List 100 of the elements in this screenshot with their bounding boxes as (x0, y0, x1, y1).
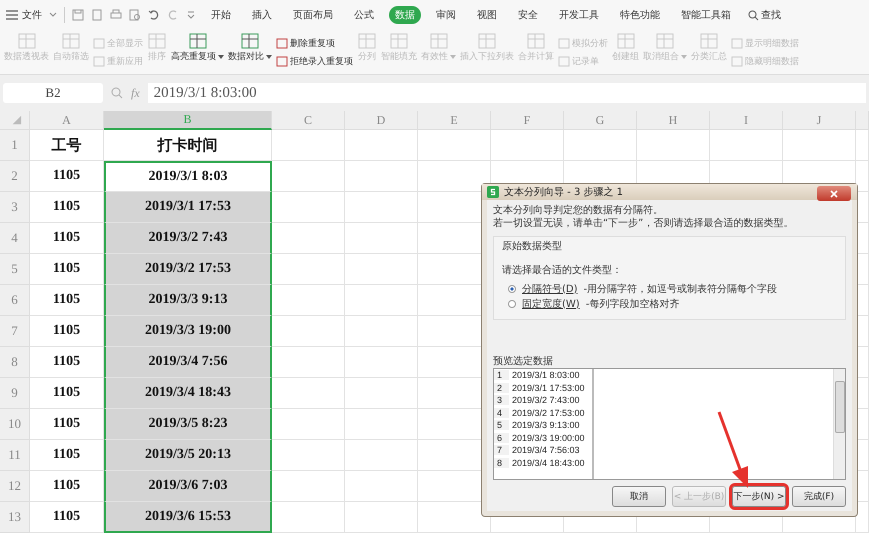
zoom-icon[interactable] (111, 87, 123, 99)
table-cell: 2019/3/3 9:13 (104, 285, 272, 316)
ribbon-tab[interactable]: 开发工具 (553, 6, 605, 24)
ribbon-tab[interactable]: 页面布局 (287, 6, 339, 24)
table-icon (240, 32, 260, 50)
preview-line: 2019/3/2 17:53:00 (511, 408, 585, 418)
ribbon-button[interactable]: 高亮重复项 (171, 30, 224, 74)
table-cell: 2019/3/6 15:53 (104, 502, 272, 533)
column-header[interactable]: J (783, 111, 856, 130)
prompt-text: 请选择最合适的文件类型： (502, 264, 623, 277)
row-header[interactable]: 2 (0, 161, 30, 192)
preview-line: 2019/3/3 9:13:00 (511, 420, 580, 430)
column-header[interactable]: C (272, 111, 345, 130)
preview-line: 2019/3/4 7:56:03 (511, 445, 580, 456)
row-header[interactable]: 9 (0, 378, 30, 409)
ribbon-button[interactable]: 拒绝录入重复项 (276, 54, 353, 68)
option-description: -每列字段加空格对齐 (586, 298, 680, 310)
table-cell: 2019/3/2 7:43 (104, 223, 272, 254)
column-header[interactable]: H (637, 111, 710, 130)
redo-icon[interactable] (167, 9, 179, 21)
radio-button[interactable] (508, 284, 516, 292)
preview-line: 2019/3/4 18:43:00 (511, 458, 585, 468)
table-cell: 2019/3/5 20:13 (104, 440, 272, 471)
scrollbar[interactable] (833, 369, 845, 479)
row-header[interactable]: 5 (0, 254, 30, 285)
table-icon (93, 38, 105, 48)
table-icon (428, 32, 448, 50)
ribbon-tab[interactable]: 插入 (246, 6, 278, 24)
row-header[interactable]: 3 (0, 192, 30, 223)
ribbon-tab[interactable]: 视图 (471, 6, 503, 24)
dialog-button[interactable]: 完成(F) (792, 486, 846, 507)
ribbon-tab[interactable]: 特色功能 (614, 6, 666, 24)
instruction-text: 若一切设置无误，请单击“下一步”，否则请选择最合适的数据类型。 (493, 217, 794, 230)
ribbon-button[interactable]: 删除重复项 (276, 36, 353, 50)
table-icon (276, 56, 288, 66)
select-all-icon[interactable] (0, 111, 30, 130)
ribbon-button[interactable]: 数据对比 (228, 30, 272, 74)
preview-icon[interactable] (129, 9, 141, 21)
customize-icon[interactable] (186, 10, 196, 20)
table-icon (526, 32, 546, 50)
ribbon-tab[interactable]: 安全 (512, 6, 544, 24)
table-icon (558, 56, 570, 66)
ribbon-tab[interactable]: 开始 (205, 6, 237, 24)
dialog-title: 文本分列向导 - 3 步骤之 1 (504, 186, 624, 199)
column-header[interactable]: D (345, 111, 418, 130)
close-button[interactable] (817, 186, 851, 201)
row-header[interactable]: 11 (0, 440, 30, 471)
row-header[interactable]: 1 (0, 130, 30, 161)
print-icon[interactable] (110, 9, 122, 21)
ribbon-tab[interactable]: 审阅 (430, 6, 462, 24)
row-header[interactable]: 10 (0, 409, 30, 440)
column-header[interactable]: I (710, 111, 783, 130)
table-cell: 2019/3/2 17:53 (104, 254, 272, 285)
search-button[interactable]: 查找 (748, 8, 781, 22)
instruction-text: 文本分列向导判定您的数据有分隔符。 (493, 204, 664, 217)
table-icon (558, 38, 570, 48)
preview-title: 预览选定数据 (493, 354, 554, 368)
dialog-button[interactable]: 取消 (612, 486, 666, 507)
row-header[interactable]: 6 (0, 285, 30, 316)
function-label[interactable]: fx (131, 86, 140, 100)
dialog-button[interactable]: 下一步(N) > (732, 486, 786, 507)
name-box[interactable]: B2 (3, 83, 103, 103)
row-header[interactable]: 8 (0, 347, 30, 378)
row-header[interactable]: 13 (0, 502, 30, 533)
option-label[interactable]: 固定宽度(W) (522, 296, 580, 310)
column-header[interactable]: G (564, 111, 637, 130)
undo-icon[interactable] (148, 9, 160, 21)
ribbon-tab[interactable]: 智能工具箱 (675, 6, 737, 24)
ribbon-tab[interactable]: 数据 (389, 6, 421, 24)
table-icon (16, 32, 36, 50)
formula-field[interactable]: 2019/3/1 8:03:00 (148, 83, 866, 103)
line-number: 4 (494, 408, 509, 418)
row-header[interactable]: 7 (0, 316, 30, 347)
column-header[interactable]: A (30, 111, 104, 130)
option-description: -用分隔字符，如逗号或制表符分隔每个字段 (584, 282, 778, 296)
row-header[interactable]: 4 (0, 223, 30, 254)
column-header[interactable]: F (491, 111, 564, 130)
preview-line: 2019/3/3 19:00:00 (511, 432, 585, 443)
column-header[interactable]: B (104, 111, 272, 130)
line-number: 8 (494, 458, 509, 468)
table-cell: 2019/3/4 18:43 (104, 378, 272, 409)
document-icon[interactable] (91, 9, 103, 21)
table-icon (699, 32, 719, 50)
preview-line: 2019/3/1 17:53:00 (511, 382, 585, 393)
close-icon (830, 190, 838, 198)
column-header[interactable]: E (418, 111, 491, 130)
table-icon (188, 32, 208, 50)
group-title: 原始数据类型 (502, 240, 563, 253)
ribbon-tab[interactable]: 公式 (348, 6, 380, 24)
save-icon[interactable] (72, 9, 84, 21)
table-icon (655, 32, 675, 50)
line-number: 6 (494, 432, 509, 443)
file-menu[interactable]: 文件 (22, 8, 42, 22)
radio-button[interactable] (508, 300, 516, 308)
option-label[interactable]: 分隔符号(D) (522, 282, 578, 296)
chevron-icon[interactable] (49, 12, 57, 18)
preview-line: 2019/3/1 8:03:00 (511, 370, 580, 380)
menu-icon[interactable] (6, 10, 18, 20)
row-header[interactable]: 12 (0, 471, 30, 502)
table-icon (389, 32, 409, 50)
